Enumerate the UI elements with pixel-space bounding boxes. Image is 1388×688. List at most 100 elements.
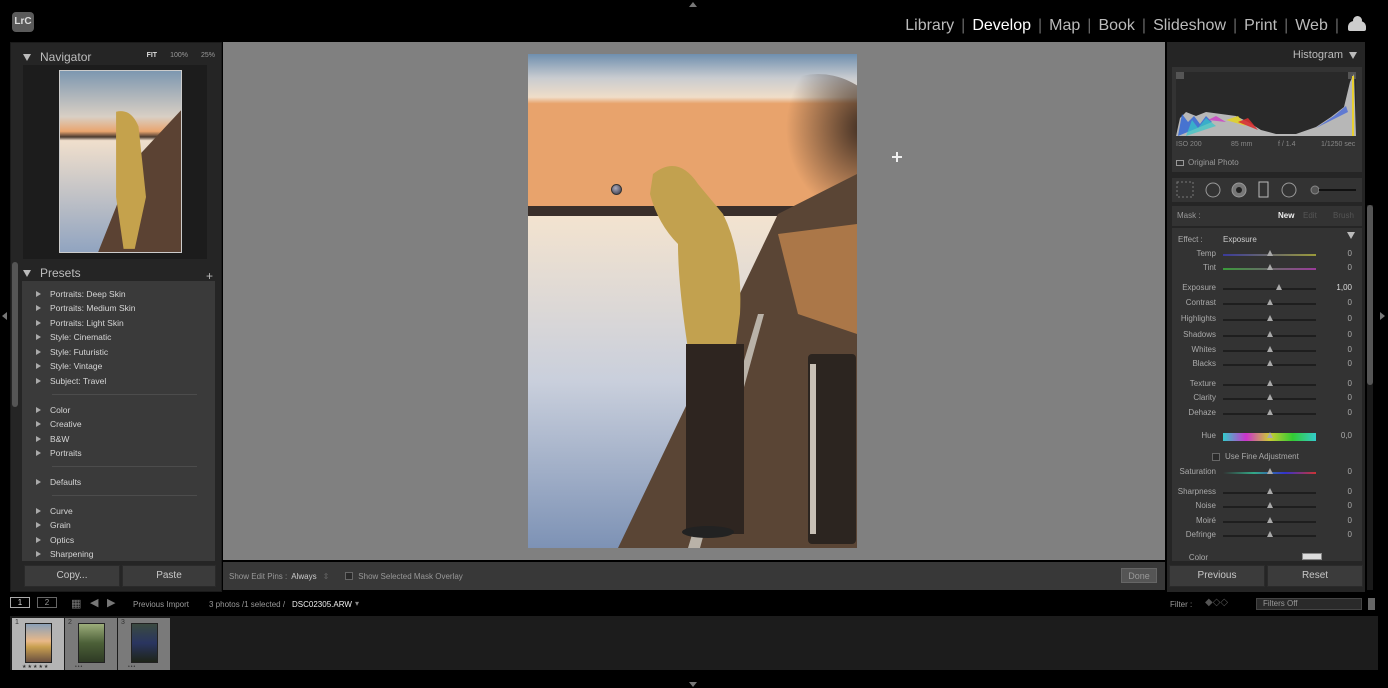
secondary-window-button[interactable]: 2 (37, 597, 57, 608)
module-slideshow[interactable]: Slideshow (1147, 17, 1232, 35)
slider-value[interactable]: 0 (1322, 298, 1352, 307)
slider-handle[interactable] (1266, 346, 1273, 352)
mask-new-button[interactable]: New (1278, 211, 1294, 220)
back-arrow-icon[interactable]: ◀ (90, 596, 98, 609)
preset-item[interactable]: Defaults (36, 477, 81, 487)
previous-button[interactable]: Previous (1169, 565, 1265, 587)
slider-value[interactable]: 0 (1322, 263, 1352, 272)
main-photo[interactable] (528, 54, 857, 548)
fine-adjustment-toggle[interactable]: Use Fine Adjustment (1212, 452, 1299, 461)
slider-handle[interactable] (1266, 432, 1273, 438)
module-print[interactable]: Print (1238, 17, 1283, 35)
preset-item[interactable]: Subject: Travel (36, 376, 106, 386)
filmstrip-thumb[interactable]: 2 ••• (65, 618, 117, 670)
top-panel-toggle-icon[interactable] (689, 2, 697, 7)
module-map[interactable]: Map (1043, 17, 1086, 35)
slider-value[interactable]: 0 (1322, 516, 1352, 525)
slider-handle[interactable] (1266, 299, 1273, 305)
preset-item[interactable]: Portraits (36, 448, 82, 458)
filmstrip-thumb[interactable]: 3 ••• (118, 618, 170, 670)
presets-header[interactable]: Presets (23, 266, 81, 280)
preset-item[interactable]: Grain (36, 520, 71, 530)
edit-pins-dropdown[interactable]: Always (291, 572, 316, 581)
slider-value[interactable]: 0 (1322, 359, 1352, 368)
navigator-preview-image[interactable] (59, 70, 182, 253)
slider-value[interactable]: 0 (1322, 530, 1352, 539)
preset-item[interactable]: Style: Futuristic (36, 347, 108, 357)
slider-handle[interactable] (1266, 394, 1273, 400)
histogram-graph[interactable] (1176, 72, 1356, 136)
brush-size-icon[interactable] (1310, 185, 1320, 195)
preset-item[interactable]: Curve (36, 506, 73, 516)
preset-item[interactable]: Portraits: Light Skin (36, 318, 124, 328)
slider-value[interactable]: 0 (1322, 314, 1352, 323)
module-web[interactable]: Web (1289, 17, 1334, 35)
navigator-header[interactable]: Navigator (23, 50, 91, 64)
flag-filter-icons[interactable]: ◆◇◇ (1205, 597, 1228, 608)
mask-edit-button[interactable]: Edit (1303, 211, 1317, 220)
preset-item[interactable]: Optics (36, 535, 74, 545)
slider-handle[interactable] (1266, 360, 1273, 366)
graduated-filter-icon[interactable] (1258, 181, 1269, 198)
slider-value[interactable]: 0 (1322, 487, 1352, 496)
original-photo-toggle[interactable]: Original Photo (1176, 158, 1239, 167)
source-label[interactable]: Previous Import (133, 600, 189, 609)
slider-value[interactable]: 0 (1322, 393, 1352, 402)
preset-item[interactable]: Portraits: Medium Skin (36, 303, 136, 313)
slider-value[interactable]: 0 (1322, 467, 1352, 476)
reset-button[interactable]: Reset (1267, 565, 1363, 587)
slider-handle[interactable] (1266, 264, 1273, 270)
grid-view-icon[interactable]: ▦ (71, 597, 81, 610)
filename-dropdown-icon[interactable]: ▾ (355, 599, 359, 608)
spot-removal-icon[interactable] (1205, 182, 1221, 198)
effect-dropdown[interactable]: Exposure (1223, 235, 1257, 244)
histogram-header[interactable]: Histogram (1293, 49, 1357, 61)
cloud-icon[interactable] (1348, 16, 1366, 31)
filter-dropdown[interactable]: Filters Off (1256, 598, 1362, 610)
slider-handle[interactable] (1266, 488, 1273, 494)
slider-handle[interactable] (1266, 409, 1273, 415)
done-button[interactable]: Done (1121, 568, 1157, 583)
slider-value[interactable]: 0 (1322, 249, 1352, 258)
filter-lock-icon[interactable] (1368, 598, 1375, 610)
left-panel-toggle-icon[interactable] (2, 312, 7, 320)
slider-value[interactable]: 0,0 (1322, 431, 1352, 440)
slider-handle[interactable] (1266, 250, 1273, 256)
preset-item[interactable]: Sharpening (36, 549, 93, 559)
crop-tool-icon[interactable] (1176, 181, 1194, 198)
preset-item[interactable]: Creative (36, 419, 82, 429)
right-panel-scrollbar[interactable] (1367, 205, 1373, 590)
slider-handle[interactable] (1266, 517, 1273, 523)
slider-handle[interactable] (1266, 531, 1273, 537)
collapse-triangle-icon[interactable] (1347, 232, 1355, 239)
color-swatch[interactable] (1302, 553, 1322, 560)
slider-handle[interactable] (1266, 380, 1273, 386)
slider-value[interactable]: 1,00 (1322, 283, 1352, 292)
slider-value[interactable]: 0 (1322, 330, 1352, 339)
zoom-fit[interactable]: FIT (147, 52, 158, 59)
slider-value[interactable]: 0 (1322, 379, 1352, 388)
slider-value[interactable]: 0 (1322, 408, 1352, 417)
radial-filter-icon[interactable] (1281, 182, 1297, 198)
mask-overlay-checkbox[interactable] (345, 572, 354, 580)
filmstrip-toggle-icon[interactable] (689, 682, 697, 687)
preset-item[interactable]: B&W (36, 434, 69, 444)
forward-arrow-icon[interactable]: ▶ (107, 596, 115, 609)
preset-item[interactable]: Style: Vintage (36, 361, 102, 371)
zoom-100[interactable]: 100% (170, 52, 188, 59)
slider-value[interactable]: 0 (1322, 501, 1352, 510)
module-book[interactable]: Book (1092, 17, 1140, 35)
right-panel-toggle-icon[interactable] (1380, 312, 1385, 320)
preset-item[interactable]: Style: Cinematic (36, 332, 111, 342)
preset-item[interactable]: Portraits: Deep Skin (36, 289, 126, 299)
fine-adjustment-checkbox[interactable] (1212, 452, 1220, 461)
module-library[interactable]: Library (899, 17, 960, 35)
copy-button[interactable]: Copy... (24, 565, 120, 587)
paste-button[interactable]: Paste (122, 565, 216, 587)
slider-handle[interactable] (1266, 468, 1273, 474)
preset-item[interactable]: Color (36, 405, 70, 415)
slider-handle[interactable] (1266, 331, 1273, 337)
module-develop[interactable]: Develop (966, 17, 1037, 35)
left-panel-scrollbar[interactable] (12, 262, 18, 407)
zoom-25[interactable]: 25% (201, 52, 215, 59)
